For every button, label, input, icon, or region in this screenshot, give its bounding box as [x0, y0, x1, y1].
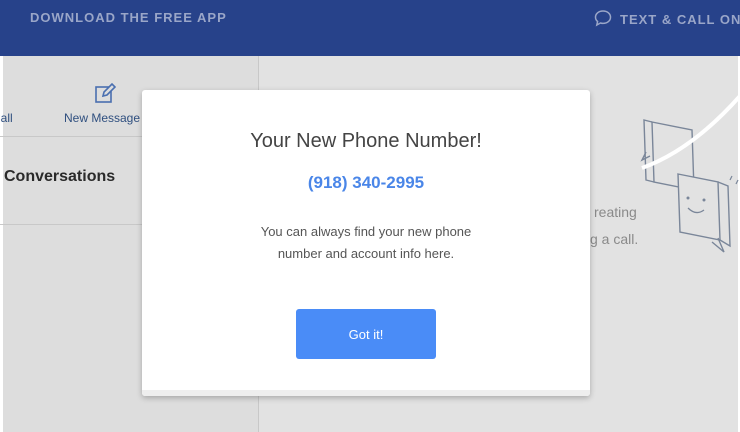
top-banner: DOWNLOAD THE FREE APP TEXT & CALL ON — [0, 0, 740, 56]
dialog-description-line-1: You can always find your new phone — [260, 224, 472, 239]
phone-number: (918) 340-2995 — [307, 173, 425, 192]
dialog-title: Your New Phone Number! — [250, 130, 482, 152]
new-number-dialog: Your New Phone Number! (918) 340-2995 Yo… — [142, 90, 590, 396]
conversation-illustration — [632, 90, 740, 270]
empty-state-text-1: reating — [594, 204, 637, 220]
chat-bubble-icon — [594, 9, 612, 30]
download-app-link[interactable]: DOWNLOAD THE FREE APP — [30, 10, 227, 25]
new-message-button[interactable]: New Message — [64, 111, 140, 125]
text-call-link[interactable]: TEXT & CALL ON — [594, 9, 740, 30]
empty-state-text-2: g a call. — [590, 231, 639, 247]
got-it-button[interactable]: Got it! — [296, 309, 436, 359]
conversations-title: Conversations — [4, 168, 116, 185]
call-button[interactable]: Call — [0, 111, 13, 125]
dialog-description: You can always find your new phone numbe… — [142, 221, 590, 265]
compose-icon[interactable] — [94, 82, 117, 105]
dialog-description-line-2: number and account info here. — [277, 246, 455, 261]
text-call-label: TEXT & CALL ON — [620, 12, 740, 27]
